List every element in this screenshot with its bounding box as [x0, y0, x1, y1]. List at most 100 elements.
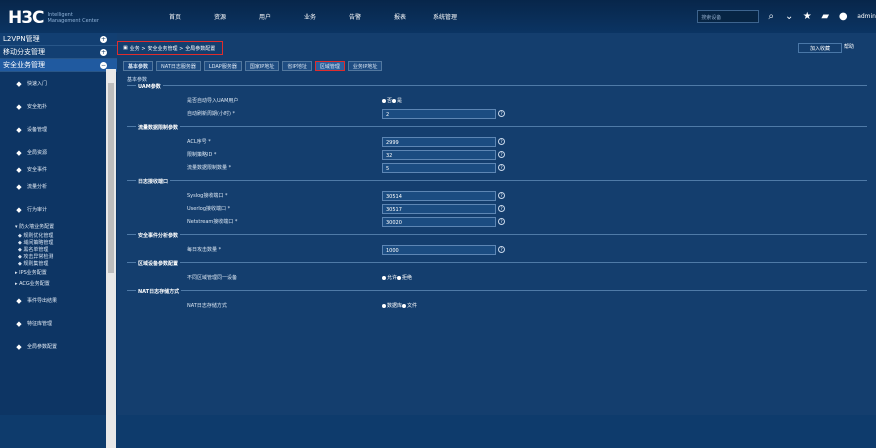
nav-item-5[interactable]: 报表 — [385, 12, 415, 21]
tab-5[interactable]: 区域管理 — [314, 61, 345, 71]
sidebar-item[interactable]: ◆ 行为审计 — [0, 198, 117, 221]
text-field[interactable]: 30514 — [382, 190, 496, 201]
sidebar-child-item[interactable]: ◆ 攻击异常检测 — [0, 253, 117, 260]
radio-group[interactable]: 数据库 文件 — [382, 302, 417, 309]
help-button[interactable]: 帮助 — [844, 43, 876, 50]
tab-6[interactable]: 业务IP地址 — [347, 61, 383, 71]
field-label: 自动刷新周期(小时) * — [187, 111, 235, 117]
text-field[interactable]: 5 — [382, 162, 496, 173]
bookmark-icon[interactable]: ▰ — [819, 11, 831, 23]
breadcrumb-item[interactable]: 安全业务管理 > — [148, 45, 184, 52]
nav-item-3[interactable]: 业务 — [295, 12, 325, 21]
sidebar-item[interactable]: ◆ 事件导出结果 — [0, 289, 117, 312]
nav-item-4[interactable]: 告警 — [340, 12, 370, 21]
sidebar-item[interactable]: ◆ 安全事件 — [0, 164, 117, 175]
brand-logo: H3C — [8, 8, 45, 28]
sidebar-item-label: 行为审计 — [27, 207, 48, 213]
sidebar-item[interactable]: ◆ 流量分析 — [0, 175, 117, 198]
breadcrumb-item[interactable]: 业务 > — [130, 45, 146, 52]
tab-0[interactable]: 基本参数 — [123, 61, 154, 71]
sidebar-child-item[interactable]: ◆ 规则优化管理 — [0, 232, 117, 239]
library-icon: ◆ — [16, 319, 22, 328]
help-icon[interactable]: ? — [498, 246, 505, 253]
accordion-item-2[interactable]: 安全业务管理 − — [0, 59, 117, 72]
username[interactable]: admin — [857, 13, 876, 20]
radio-button[interactable] — [382, 303, 386, 308]
tab-2[interactable]: LDAP服务器 — [203, 61, 242, 71]
breadcrumb-bar: ▣ 业务 > 安全业务管理 > 全局参数配置 — [117, 41, 876, 55]
breadcrumb-item[interactable]: 全局参数配置 — [185, 45, 215, 52]
sidebar-item-firewall[interactable]: ▾ 防火墙业务配置 — [0, 221, 117, 232]
chevron-down-icon[interactable]: ⌄ — [783, 11, 795, 23]
logo: H3C Intelligent Management Center — [8, 8, 99, 28]
section-title: 流量数据限制参数 — [136, 124, 181, 131]
help-icon[interactable]: ? — [498, 218, 505, 225]
top-actions: 搜索设备 ⌕ ⌄ ★ ▰ ● admin — [697, 8, 876, 25]
form-row: ACL序号 * 2999? — [127, 135, 867, 148]
help-icon[interactable]: ? — [498, 164, 505, 171]
sidebar-child-item[interactable]: ◆ 黑名单管理 — [0, 246, 117, 253]
text-field[interactable]: 30517 — [382, 203, 496, 214]
brand-subtitle: Intelligent Management Center — [48, 12, 99, 24]
radio-group[interactable]: 否 是 — [382, 97, 402, 104]
help-icon[interactable]: ? — [498, 205, 505, 212]
form-section: 日志接收端口 Syslog接收端口 * 30514? Userlog接收端口 * 305… — [127, 178, 867, 228]
help-icon[interactable]: ? — [498, 151, 505, 158]
sidebar-item-label: 全局参数配置 — [27, 344, 58, 350]
text-field[interactable]: 1000 — [382, 244, 496, 255]
nav-item-6[interactable]: 系统管理 — [430, 12, 460, 21]
text-field[interactable]: 30020 — [382, 216, 496, 227]
nav-item-2[interactable]: 用户 — [250, 12, 280, 21]
sidebar-item-label: 设备管理 — [27, 127, 48, 133]
sidebar-item[interactable]: ▸ ACG业务配置 — [0, 278, 117, 289]
star-icon[interactable]: ★ — [801, 11, 813, 23]
sidebar-child-item[interactable]: ◆ 规则集管理 — [0, 260, 117, 267]
toggle-icon[interactable]: + — [100, 35, 107, 43]
search-icon[interactable]: ⌕ — [765, 11, 777, 23]
nav-item-1[interactable]: 资源 — [205, 12, 235, 21]
search-input[interactable]: 搜索设备 — [697, 10, 760, 23]
toggle-icon[interactable]: − — [100, 61, 107, 69]
tab-1[interactable]: NAT日志服务器 — [156, 61, 201, 71]
sidebar-item[interactable]: ◆ 快速入门 — [0, 72, 117, 95]
form: UAM参数 是否自动导入UAM用户否 是 自动刷新周期(小时) * 2? 流量数据限制… — [127, 83, 867, 415]
user-icon[interactable]: ● — [837, 11, 849, 23]
sidebar-item[interactable]: ◆ 安全拓扑 — [0, 95, 117, 118]
text-field[interactable]: 2 — [382, 108, 496, 119]
radio-button[interactable] — [397, 275, 402, 280]
section-title: 安全事件分析参数 — [136, 232, 181, 239]
form-row: 不同区域管理同一设备 允许 拒绝 — [127, 271, 867, 284]
sidebar-item[interactable]: ▸ IPS业务配置 — [0, 267, 117, 278]
radio-button[interactable] — [392, 98, 397, 103]
sidebar-item-label: 安全事件 — [27, 167, 48, 173]
help-icon[interactable]: ? — [498, 138, 505, 145]
radio-label: 允许 — [387, 275, 398, 281]
scroll-thumb[interactable] — [108, 83, 114, 273]
field-label: 每日攻击数量 * — [187, 247, 222, 253]
accordion-item-0[interactable]: L2VPN管理 + — [0, 33, 117, 46]
accordion-item-1[interactable]: 移动分支管理 + — [0, 46, 117, 59]
radio-label: 数据库 — [387, 303, 403, 309]
text-field[interactable]: 2999 — [382, 136, 496, 147]
tab-3[interactable]: 国家IP地址 — [244, 61, 280, 71]
radio-button[interactable] — [402, 303, 407, 308]
add-favorite-button[interactable]: 加入收藏 — [798, 43, 842, 53]
nav-item-0[interactable]: 首页 — [160, 12, 190, 21]
help-icon[interactable]: ? — [498, 110, 505, 117]
tab-4[interactable]: 省IP地址 — [282, 61, 312, 71]
sidebar-item[interactable]: ◆ 全局资源 — [0, 141, 117, 164]
text-field[interactable]: 32 — [382, 149, 496, 160]
toggle-icon[interactable]: + — [100, 48, 107, 56]
sidebar-item[interactable]: ◆ 设备管理 — [0, 118, 117, 141]
sidebar-item-label: 快速入门 — [27, 81, 48, 87]
field-label: 限制策略ID * — [187, 152, 217, 158]
radio-button[interactable] — [382, 275, 386, 280]
sidebar-item[interactable]: ◆ 全局参数配置 — [0, 335, 117, 358]
radio-button[interactable] — [382, 98, 386, 103]
sidebar-scrollbar[interactable] — [106, 69, 116, 448]
sidebar-child-item[interactable]: ◆ 域间策略管理 — [0, 239, 117, 246]
radio-group[interactable]: 允许 拒绝 — [382, 274, 412, 281]
sidebar-item[interactable]: ◆ 特征库管理 — [0, 312, 117, 335]
accordion-label: 安全业务管理 — [3, 61, 45, 69]
help-icon[interactable]: ? — [498, 192, 505, 199]
